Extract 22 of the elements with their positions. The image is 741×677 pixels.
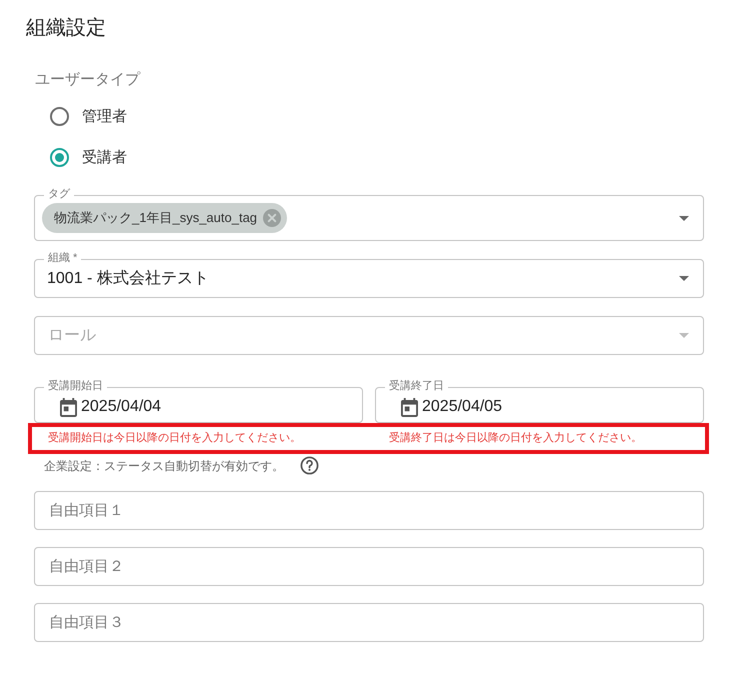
- field-label: タグ: [44, 187, 74, 201]
- section-label: ユーザータイプ: [35, 70, 140, 90]
- radio-button[interactable]: [50, 148, 69, 167]
- radio-label[interactable]: 管理者: [82, 106, 127, 126]
- tag-chip[interactable]: 物流業パック_1年目_sys_auto_tag: [42, 203, 288, 233]
- radio-label[interactable]: 受講者: [82, 148, 127, 168]
- text-field[interactable]: 自由項目１: [34, 491, 704, 530]
- error-message: 受講開始日は今日以降の日付を入力してください。: [48, 431, 301, 445]
- dropdown-caret-icon[interactable]: [679, 276, 689, 281]
- field-label: 受講終了日: [385, 379, 448, 393]
- text-field[interactable]: 自由項目２: [34, 547, 704, 586]
- error-message: 受講終了日は今日以降の日付を入力してください。: [389, 431, 642, 445]
- text-field[interactable]: 自由項目３: [34, 603, 704, 642]
- radio-button[interactable]: [50, 107, 69, 126]
- field-label: 受講開始日: [44, 379, 107, 393]
- calendar-icon[interactable]: [60, 398, 77, 416]
- page-title: 組織設定: [26, 16, 106, 41]
- dropdown-caret-icon[interactable]: [679, 216, 689, 220]
- status-note: 企業設定：ステータス自動切替が有効です。: [44, 458, 284, 474]
- help-icon[interactable]: [300, 456, 319, 475]
- field-label: 組織 *: [44, 251, 82, 265]
- calendar-icon[interactable]: [401, 398, 418, 416]
